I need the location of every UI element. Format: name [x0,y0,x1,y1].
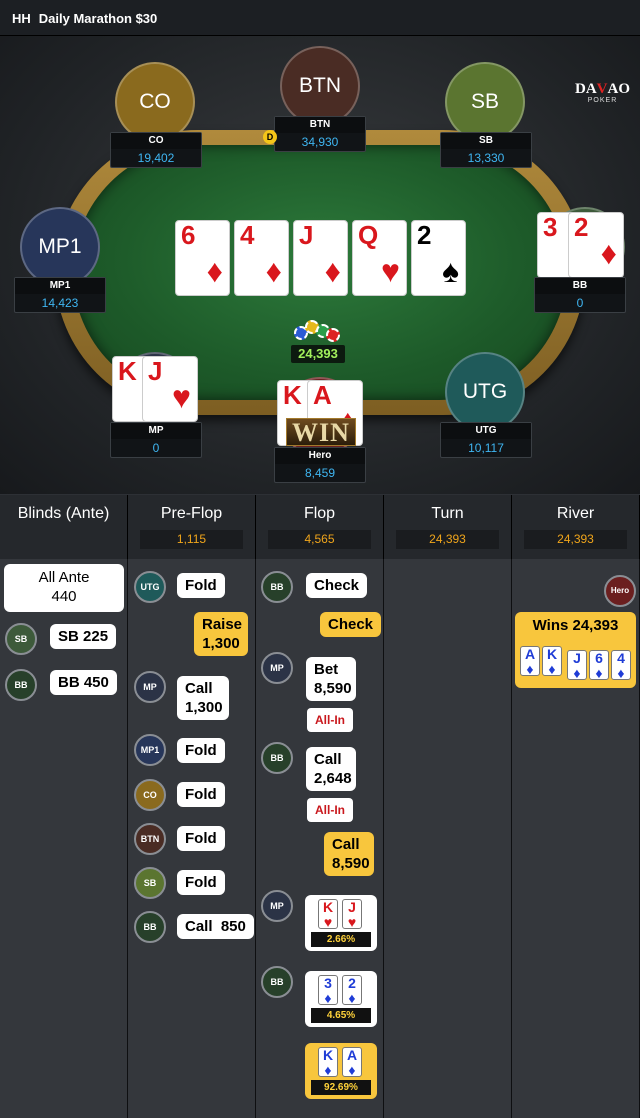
winning-card-2: K ♦ [542,646,562,677]
bb-all-in-badge: All-In [307,798,353,822]
column-header-river: River 24,393 [512,495,640,559]
winning-card-5: 4 ♦ [611,650,631,681]
btn-player-icon: BTN [134,823,166,855]
hand-history-panel: Blinds (Ante) Pre-Flop 1,115 Flop 4,565 Tu… [0,495,640,1118]
mp-player-icon-showdown: MP [261,890,293,922]
co-fold-action: Fold [177,782,225,807]
seat-co-plate: CO 19,402 [110,132,202,168]
seat-mp-plate: MP 0 [110,422,202,458]
hero-check-action: Check [320,612,382,637]
hero-winning-box: Wins 24,393 A ♦ K ♦ J ♦ 6 ♦ 4 ♦ [515,612,636,688]
header-prefix: HH [12,11,31,26]
winning-card-1: A ♦ [520,646,540,677]
pot-amount: 24,393 [291,345,345,363]
sb-player-icon: SB [5,623,37,655]
mp1-fold-action: Fold [177,738,225,763]
bb-blind-action: BB 450 [50,670,117,695]
bb-player-icon-flop: BB [261,571,293,603]
dealer-button: D [263,130,277,144]
bb-showdown-card-1: 3 ♦ [318,975,338,1006]
seat-hero-plate: Hero 8,459 [274,447,366,483]
hero-call-action: Call 8,590 [324,832,374,876]
column-turn [384,559,512,1118]
sb-blind-action: SB 225 [50,624,117,649]
utg-player-icon: UTG [134,571,166,603]
header-title: Daily Marathon $30 [38,11,158,26]
winning-card-4: 6 ♦ [589,650,609,681]
mp-player-icon: MP [134,671,166,703]
seat-bb-plate: BB 0 [534,277,626,313]
seat-sb-avatar[interactable]: SB [445,62,525,142]
mp-showdown-card-1: K ♥ [318,899,338,930]
header-bar: HH Daily Marathon $30 [0,0,640,36]
board-card-1: 6 ♦ [175,220,230,296]
mp-call-action: Call 1,300 [177,676,229,720]
bb-player-icon: BB [5,669,37,701]
hero-player-icon-river: Hero [604,575,636,607]
utg-fold-action: Fold [177,573,225,598]
hero-equity-percent: 92.69% [311,1080,371,1095]
hero-raise-action: Raise 1,300 [194,612,248,656]
pot-chips-icon [292,318,342,344]
bb-player-icon-preflop: BB [134,911,166,943]
board-card-3: J ♦ [293,220,348,296]
column-header-turn: Turn 24,393 [384,495,512,559]
seat-co-avatar[interactable]: CO [115,62,195,142]
bb-equity-percent: 4.65% [311,1008,371,1023]
mp-showdown-card-2: J ♥ [342,899,362,930]
seat-utg-avatar[interactable]: UTG [445,352,525,432]
column-header-preflop: Pre-Flop 1,115 [128,495,256,559]
board-card-2: 4 ♦ [234,220,289,296]
mp1-player-icon: MP1 [134,734,166,766]
bb-hole-card-2: 2 ♦ [568,212,624,278]
davao-poker-logo: DAVAO POKER [575,81,631,105]
co-player-icon: CO [134,779,166,811]
bb-player-icon-flop-2: BB [261,742,293,774]
column-header-flop: Flop 4,565 [256,495,384,559]
seat-mp1-avatar[interactable]: MP1 [20,207,100,287]
bb-call-allin-action: Call 2,648 [306,747,356,791]
seat-btn-plate: BTN 34,930 [274,116,366,152]
mp-showdown-equity: K ♥ J ♥ 2.66% [305,895,377,951]
column-header-blinds: Blinds (Ante) [0,495,128,559]
all-ante-box: All Ante 440 [4,564,124,612]
mp-equity-percent: 2.66% [311,932,371,947]
bb-showdown-equity: 3 ♦ 2 ♦ 4.65% [305,971,377,1027]
sb-fold-action: Fold [177,870,225,895]
hero-showdown-card-1: K ♦ [318,1047,338,1078]
hero-wins-amount: Wins 24,393 [532,617,619,634]
sb-player-icon-preflop: SB [134,867,166,899]
seat-sb-plate: SB 13,330 [440,132,532,168]
seat-utg-plate: UTG 10,117 [440,422,532,458]
bb-player-icon-showdown: BB [261,966,293,998]
mp-hole-card-2: J ♥ [142,356,198,422]
board-card-5: 2 ♠ [411,220,466,296]
winning-card-3: J ♦ [567,650,587,681]
seat-btn-avatar[interactable]: BTN [280,46,360,126]
mp-bet-action: Bet 8,590 [306,657,356,701]
mp-all-in-badge: All-In [307,708,353,732]
seat-mp1-plate: MP1 14,423 [14,277,106,313]
hero-showdown-equity: K ♦ A ♦ 92.69% [305,1043,377,1099]
hero-showdown-card-2: A ♦ [342,1047,362,1078]
bb-showdown-card-2: 2 ♦ [342,975,362,1006]
bb-check-action: Check [306,573,368,598]
btn-fold-action: Fold [177,826,225,851]
bb-call-action: Call 850 [177,914,254,939]
win-badge: WIN [286,418,356,447]
board-card-4: Q ♥ [352,220,407,296]
mp-player-icon-flop: MP [261,652,293,684]
